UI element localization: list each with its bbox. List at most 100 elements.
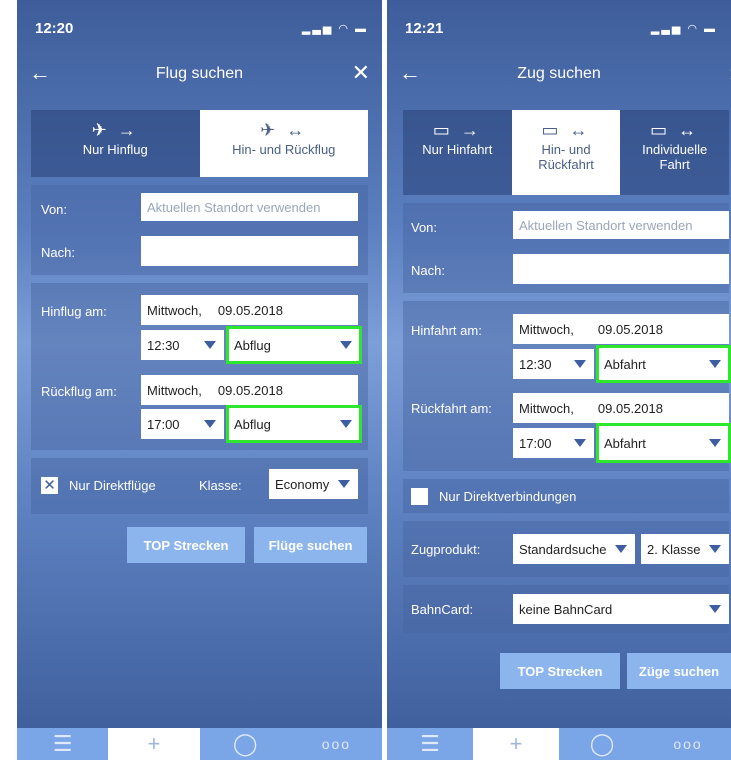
- outbound-label: Hinfahrt am:: [411, 323, 482, 338]
- top-routes-button[interactable]: TOP Strecken: [500, 653, 620, 689]
- product-value: Standardsuche: [519, 541, 607, 557]
- direct-connections-checkbox[interactable]: [411, 488, 428, 505]
- train-double-arrow-icon: ▭ ↔: [541, 120, 591, 140]
- product-label: Zugprodukt:: [411, 542, 481, 557]
- search-trains-button[interactable]: Züge suchen: [627, 653, 731, 689]
- route-panel: Von: Aktuellen Standort verwenden Nach:: [403, 203, 729, 293]
- train-right-arrow-icon: ▭ →: [432, 120, 482, 140]
- more-icon[interactable]: ooo: [291, 728, 382, 760]
- signal-wifi-battery-icon: ▂▃▅ ◠ ▬: [650, 23, 717, 35]
- product-panel: Zugprodukt: Standardsuche 2. Klasse: [403, 521, 729, 577]
- list-icon[interactable]: ☰: [17, 728, 108, 760]
- return-time-select[interactable]: 17:00: [141, 409, 224, 439]
- trip-type-tabs: ▭ → Nur Hinfahrt ▭ ↔ Hin- und Rückfahrt …: [403, 110, 730, 195]
- return-mode-select[interactable]: Abfahrt: [596, 423, 731, 463]
- product-select[interactable]: Standardsuche: [513, 534, 635, 564]
- tab-individual[interactable]: ▭ ↔ Individuelle Fahrt: [620, 110, 730, 195]
- outbound-mode-select[interactable]: Abfahrt: [596, 345, 731, 383]
- return-date: 09.05.2018: [597, 400, 663, 416]
- outbound-mode: Abflug: [234, 337, 271, 353]
- return-time: 17:00: [147, 416, 180, 432]
- class-value: 2. Klasse: [647, 541, 701, 557]
- direct-flights-checkbox[interactable]: ✕: [41, 477, 58, 494]
- return-mode-select[interactable]: Abflug: [226, 405, 362, 443]
- route-panel: Von: Aktuellen Standort verwenden Nach:: [31, 185, 368, 275]
- outbound-date: 09.05.2018: [217, 302, 283, 318]
- from-label: Von:: [41, 202, 68, 217]
- close-icon[interactable]: ✕: [352, 60, 370, 86]
- caret-down-icon: [204, 420, 216, 428]
- airplane-right-arrow-icon: ✈ →: [91, 120, 139, 140]
- to-label: Nach:: [41, 245, 75, 260]
- chat-bubble-icon[interactable]: ◯: [559, 728, 645, 760]
- chat-bubble-icon[interactable]: ◯: [200, 728, 291, 760]
- caret-down-icon: [340, 341, 352, 349]
- caret-down-icon: [709, 605, 721, 613]
- from-input[interactable]: Aktuellen Standort verwenden: [513, 211, 729, 239]
- caret-down-icon: [204, 341, 216, 349]
- class-select[interactable]: 2. Klasse: [641, 534, 729, 564]
- class-value: Economy: [275, 476, 330, 492]
- top-routes-button[interactable]: TOP Strecken: [127, 527, 245, 563]
- caret-down-icon: [709, 439, 721, 447]
- airplane-double-arrow-icon: ✈ ↔: [260, 120, 308, 140]
- trip-type-tabs: ✈ → Nur Hinflug ✈ ↔ Hin- und Rückflug: [31, 110, 368, 177]
- direct-flights-label: Nur Direktflüge: [69, 478, 156, 493]
- bahncard-value: keine BahnCard: [519, 601, 613, 617]
- signal-wifi-battery-icon: ▂▃▅ ◠ ▬: [301, 23, 368, 35]
- tab-label: Nur Hinflug: [82, 142, 148, 157]
- tab-round-trip[interactable]: ✈ ↔ Hin- und Rückflug: [199, 110, 368, 177]
- return-time: 17:00: [519, 435, 552, 451]
- status-time: 12:21: [405, 20, 444, 37]
- return-day: Mittwoch,: [147, 382, 202, 398]
- return-time-select[interactable]: 17:00: [513, 428, 594, 458]
- train-dotted-arrow-icon: ▭ ↔: [650, 120, 700, 140]
- outbound-label: Hinflug am:: [41, 304, 107, 319]
- status-time: 12:20: [35, 20, 74, 37]
- return-label: Rückflug am:: [41, 384, 117, 399]
- from-input[interactable]: Aktuellen Standort verwenden: [141, 193, 358, 221]
- date-panel: Hinflug am: Mittwoch, 09.05.2018 12:30 A…: [31, 283, 368, 450]
- list-icon[interactable]: ☰: [387, 728, 473, 760]
- tab-one-way[interactable]: ✈ → Nur Hinflug: [31, 110, 200, 177]
- tab-label: Individuelle Fahrt: [642, 142, 708, 172]
- outbound-day: Mittwoch,: [519, 321, 574, 337]
- direct-connections-label: Nur Direktverbindungen: [439, 489, 577, 504]
- return-date-field[interactable]: Mittwoch, 09.05.2018: [141, 375, 358, 405]
- page-title: Flug suchen: [155, 65, 244, 82]
- search-flights-button[interactable]: Flüge suchen: [254, 527, 367, 563]
- bottom-tab-bar: ☰ + ◯ ooo: [17, 728, 382, 760]
- caret-down-icon: [340, 420, 352, 428]
- return-mode: Abflug: [234, 416, 271, 432]
- outbound-time: 12:30: [519, 356, 552, 372]
- outbound-mode-select[interactable]: Abflug: [226, 326, 362, 364]
- outbound-time: 12:30: [147, 337, 180, 353]
- outbound-date-field[interactable]: Mittwoch, 09.05.2018: [141, 295, 358, 325]
- return-label: Rückfahrt am:: [411, 401, 492, 416]
- caret-down-icon: [709, 360, 721, 368]
- plus-icon[interactable]: +: [473, 728, 559, 760]
- direct-panel: Nur Direktverbindungen: [403, 479, 729, 513]
- outbound-mode: Abfahrt: [604, 356, 646, 372]
- plus-icon[interactable]: +: [108, 728, 200, 760]
- outbound-time-select[interactable]: 12:30: [513, 349, 594, 379]
- to-input[interactable]: [141, 236, 358, 266]
- outbound-day: Mittwoch,: [147, 302, 202, 318]
- return-date-field[interactable]: Mittwoch, 09.05.2018: [513, 393, 729, 423]
- options-panel: ✕ Nur Direktflüge Klasse: Economy: [31, 458, 368, 514]
- caret-down-icon: [574, 439, 586, 447]
- tab-label: Hin- und Rückflug: [232, 142, 336, 157]
- tab-round-trip[interactable]: ▭ ↔ Hin- und Rückfahrt: [511, 110, 621, 195]
- caret-down-icon: [574, 360, 586, 368]
- bahncard-select[interactable]: keine BahnCard: [513, 594, 729, 624]
- outbound-date-field[interactable]: Mittwoch, 09.05.2018: [513, 314, 729, 344]
- nav-bar: ← Zug suchen ›: [387, 50, 731, 98]
- status-bar: 12:20 ▂▃▅ ◠ ▬: [17, 0, 382, 50]
- outbound-time-select[interactable]: 12:30: [141, 330, 224, 360]
- to-input[interactable]: [513, 254, 729, 284]
- tab-one-way[interactable]: ▭ → Nur Hinfahrt: [403, 110, 512, 195]
- more-icon[interactable]: ooo: [645, 728, 731, 760]
- class-select[interactable]: Economy: [269, 469, 358, 499]
- return-date: 09.05.2018: [217, 382, 283, 398]
- status-bar: 12:21 ▂▃▅ ◠ ▬: [387, 0, 731, 50]
